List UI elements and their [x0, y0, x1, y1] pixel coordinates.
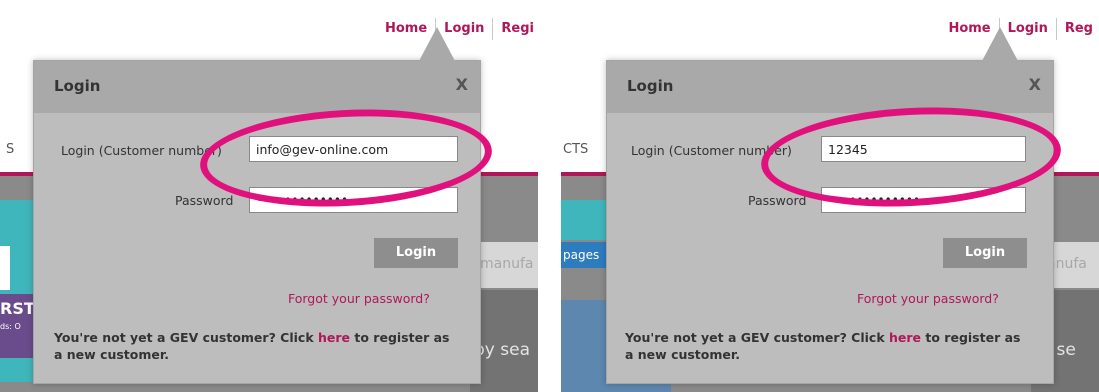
register-prompt: You're not yet a GEV customer? Click her…: [54, 329, 454, 363]
background-white-chip: [0, 246, 10, 290]
login-popup: Login X Login (Customer number) Password…: [606, 27, 1054, 384]
close-icon[interactable]: X: [1029, 75, 1041, 94]
register-text-start: You're not yet a GEV customer? Click: [54, 330, 318, 345]
popup-title: Login: [54, 77, 101, 95]
login-button[interactable]: Login: [374, 238, 458, 268]
background-menu-fragment: S: [6, 142, 15, 157]
popup-header: [34, 61, 480, 113]
customer-number-label: Login (Customer number): [631, 143, 792, 158]
customer-number-label: Login (Customer number): [61, 143, 222, 158]
popup-header: [607, 61, 1053, 113]
background-search-placeholder: manufa: [480, 256, 534, 272]
popup-title: Login: [627, 77, 674, 95]
password-label: Password: [748, 193, 807, 208]
popup-pointer: [419, 27, 455, 61]
top-navigation: Home Login Regi: [377, 18, 538, 40]
background-teal-banner: [561, 200, 609, 240]
promo-text: RST: [0, 299, 35, 318]
background-search-by-text: by sea: [474, 340, 530, 360]
customer-number-input[interactable]: [249, 136, 458, 162]
password-label: Password: [175, 193, 234, 208]
screenshot-panel-right: Home Login Reg CTS pages anufa y se Logi…: [561, 0, 1099, 392]
nav-register-link[interactable]: Regi: [492, 18, 538, 40]
top-navigation: Home Login Reg: [940, 18, 1099, 40]
customer-number-input[interactable]: [821, 136, 1026, 162]
password-input[interactable]: [249, 187, 458, 213]
close-icon[interactable]: X: [456, 75, 468, 94]
login-popup: Login X Login (Customer number) Password…: [33, 27, 481, 384]
nav-register-link[interactable]: Reg: [1055, 18, 1099, 40]
screenshot-panel-left: Home Login Regi S RST ds: O manufa by se…: [0, 0, 538, 392]
register-here-link[interactable]: here: [889, 330, 921, 345]
login-button[interactable]: Login: [943, 238, 1027, 268]
background-menu-fragment: CTS: [563, 142, 589, 157]
forgot-password-link[interactable]: Forgot your password?: [857, 291, 999, 306]
register-here-link[interactable]: here: [318, 330, 350, 345]
forgot-password-link[interactable]: Forgot your password?: [288, 291, 430, 306]
register-prompt: You're not yet a GEV customer? Click her…: [625, 329, 1025, 363]
register-text-start: You're not yet a GEV customer? Click: [625, 330, 889, 345]
popup-pointer: [982, 27, 1018, 61]
password-input[interactable]: [821, 187, 1026, 213]
